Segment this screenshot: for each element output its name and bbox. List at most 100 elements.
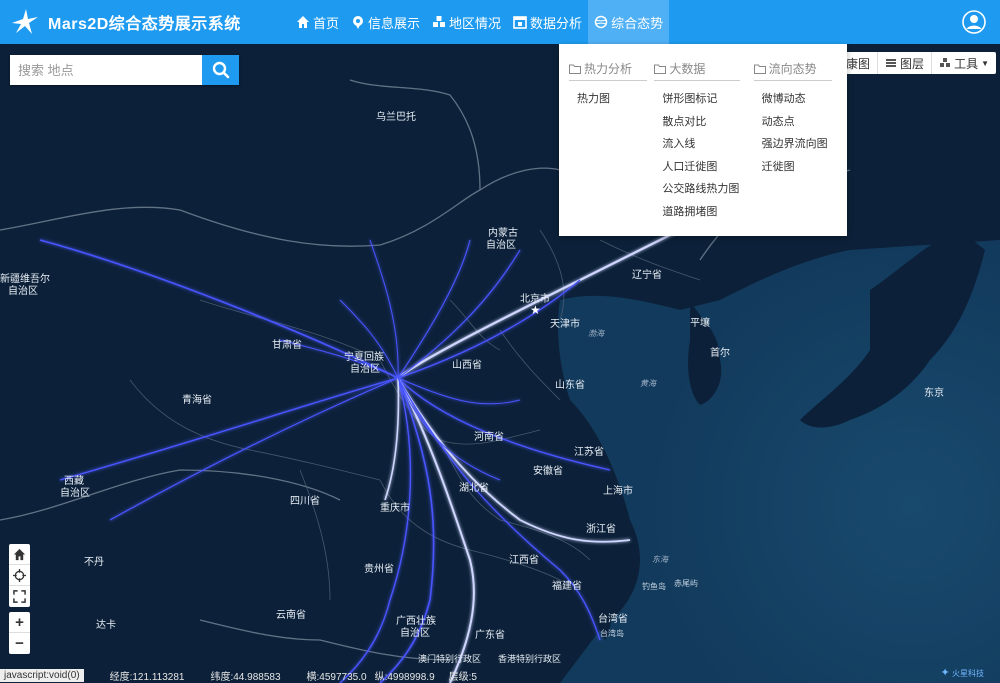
- nav-controls: [9, 544, 30, 607]
- main-nav: 首页 信息展示 地区情况 数据分析 综合态势: [290, 0, 670, 44]
- brand-star-icon: ✦: [940, 667, 950, 679]
- map-label: 达卡: [96, 618, 116, 631]
- search-icon: [212, 61, 229, 79]
- map-label: 北京市: [520, 292, 550, 305]
- map-label: 西藏: [64, 475, 84, 487]
- layers-icon: [886, 59, 897, 67]
- map-label: 青海省: [182, 393, 212, 406]
- status-latitude: 纬度:44.988583: [210, 671, 281, 683]
- home-view-button[interactable]: [9, 544, 30, 565]
- dropdown-column-header: 热力分析: [569, 60, 647, 81]
- brand-logo: ✦ 火星科技: [941, 666, 984, 679]
- map-label: 澳门特别行政区: [418, 653, 481, 664]
- dropdown-column-header: 大数据: [654, 60, 741, 81]
- dropdown-column-header: 流向态势: [753, 60, 832, 81]
- nav-label: 首页: [313, 15, 340, 31]
- menu-item-population-migration[interactable]: 人口迁徙图: [662, 158, 753, 173]
- map-label: 云南省: [276, 608, 306, 621]
- dropdown-column-heat: 热力分析 热力图: [569, 60, 654, 236]
- basemap-label: 康图: [846, 56, 871, 71]
- menu-item-pie-marker[interactable]: 饼形图标记: [662, 90, 753, 105]
- menu-item-heatmap[interactable]: 热力图: [577, 90, 654, 105]
- folder-icon: [654, 64, 667, 74]
- pin-icon: [353, 16, 364, 29]
- zoom-in-button[interactable]: +: [9, 612, 30, 633]
- map-label: 自治区: [8, 284, 38, 297]
- nav-info[interactable]: 信息展示: [345, 0, 426, 44]
- menu-item-weibo[interactable]: 微博动态: [762, 90, 839, 105]
- map-label: 不丹: [84, 556, 104, 568]
- menu-item-dynamic-point[interactable]: 动态点: [762, 113, 839, 128]
- zoom-out-button[interactable]: −: [9, 633, 30, 654]
- menu-item-road-congestion[interactable]: 道路拥堵图: [662, 203, 753, 218]
- map-label: 广西壮族: [396, 614, 436, 627]
- cubes-icon: [433, 16, 446, 27]
- tools-button[interactable]: 工具 ▼: [931, 52, 996, 74]
- map-label: 江苏省: [574, 445, 604, 458]
- nav-home[interactable]: 首页: [290, 0, 345, 44]
- beijing-star-icon: ★: [530, 303, 541, 317]
- menu-item-bus-heatmap[interactable]: 公交路线热力图: [662, 180, 753, 195]
- search-input[interactable]: [10, 55, 202, 85]
- menu-item-border-flow[interactable]: 强边界流向图: [762, 135, 839, 150]
- map-label: 甘肃省: [272, 338, 302, 351]
- tools-icon: [940, 58, 951, 67]
- map-label: 福建省: [552, 579, 582, 592]
- map-label: 东京: [924, 386, 944, 399]
- map-label: 天津市: [550, 317, 580, 330]
- map-label: 黄海: [640, 379, 657, 388]
- tools-label: 工具: [954, 56, 979, 71]
- nav-label: 数据分析: [530, 15, 583, 31]
- map-controls: + −: [9, 544, 30, 659]
- map-label: 四川省: [290, 494, 320, 507]
- status-longitude: 经度:121.113281: [109, 671, 185, 683]
- status-y: 纵:4998998.9: [374, 671, 435, 683]
- layers-button[interactable]: 图层: [877, 52, 931, 74]
- map-label: 自治区: [60, 486, 90, 499]
- map-label: 乌兰巴托: [376, 110, 416, 123]
- dropdown-column-title: 流向态势: [768, 62, 817, 76]
- map-label: 上海市: [603, 484, 633, 497]
- dropdown-column-bigdata: 大数据 饼形图标记 散点对比 流入线 人口迁徙图 公交路线热力图 道路拥堵图: [654, 60, 753, 236]
- calendar-icon: [513, 16, 527, 29]
- zoom-controls: + −: [9, 612, 30, 654]
- map-label: 重庆市: [380, 501, 410, 514]
- fullscreen-button[interactable]: [9, 586, 30, 607]
- status-level: 层级:5: [448, 671, 477, 683]
- nav-situation[interactable]: 综合态势: [588, 0, 670, 44]
- dropdown-column-flow: 流向态势 微博动态 动态点 强边界流向图 迁徙图: [753, 60, 839, 236]
- menu-item-scatter-compare[interactable]: 散点对比: [662, 113, 753, 128]
- map-label: 安徽省: [533, 464, 563, 477]
- nav-label: 综合态势: [611, 15, 664, 31]
- home-icon: [13, 548, 26, 560]
- dropdown-column-title: 大数据: [669, 62, 706, 76]
- nav-analysis[interactable]: 数据分析: [507, 0, 588, 44]
- map-label: 广东省: [475, 628, 505, 641]
- search-box: [10, 55, 239, 85]
- user-avatar-icon[interactable]: [962, 10, 986, 34]
- crosshair-icon: [13, 568, 26, 582]
- map-label: 浙江省: [586, 522, 616, 535]
- dropdown-column-title: 热力分析: [584, 62, 633, 76]
- brand-text: 火星科技: [952, 669, 984, 678]
- menu-item-migration[interactable]: 迁徙图: [762, 158, 839, 173]
- nav-label: 信息展示: [368, 15, 421, 31]
- map-label: 山东省: [555, 378, 585, 391]
- map-label: 山西省: [452, 358, 482, 371]
- search-button[interactable]: [202, 55, 239, 85]
- nav-region[interactable]: 地区情况: [426, 0, 507, 44]
- map-canvas[interactable]: ★ 乌兰巴托 内蒙古 自治区 北京市 天津市 辽宁省 平壤 首尔 东京 渤海 黄…: [0, 0, 1000, 683]
- map-label: 香港特别行政区: [498, 653, 561, 664]
- map-label: 宁夏回族: [344, 350, 384, 363]
- map-label: 钓鱼岛: [642, 581, 666, 591]
- map-label: 东海: [652, 555, 669, 564]
- map-toolbar: 康图 图层 工具 ▼: [839, 52, 996, 74]
- map-label: 首尔: [710, 346, 730, 359]
- fullscreen-icon: [13, 590, 26, 603]
- locate-button[interactable]: [9, 565, 30, 586]
- menu-item-inflow-line[interactable]: 流入线: [662, 135, 753, 150]
- logo[interactable]: Mars2D综合态势展示系统: [10, 7, 280, 37]
- map-label: 内蒙古: [488, 226, 518, 239]
- status-x: 横:4597735.0: [306, 671, 367, 683]
- nav-label: 地区情况: [449, 15, 502, 31]
